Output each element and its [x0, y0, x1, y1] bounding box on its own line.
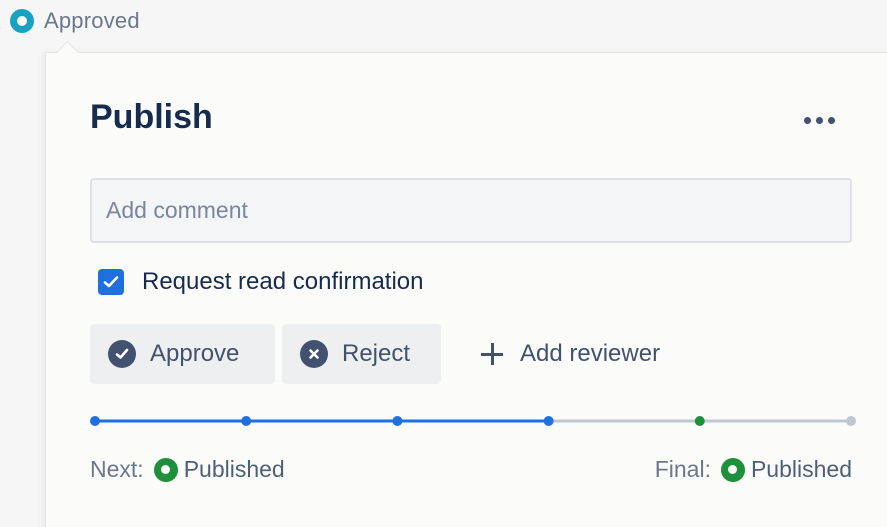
- check-icon: [103, 276, 119, 288]
- progress-step: [241, 416, 252, 426]
- plus-icon: [480, 342, 504, 366]
- published-state-icon: [153, 457, 178, 482]
- progress-step: [90, 416, 100, 426]
- read-confirmation-checkbox[interactable]: [98, 269, 124, 295]
- status-indicator[interactable]: Approved: [10, 8, 140, 34]
- final-prefix: Final:: [654, 456, 711, 482]
- comment-input[interactable]: [90, 178, 852, 243]
- published-state-icon: [720, 457, 745, 482]
- workflow-progress: [90, 412, 856, 430]
- next-prefix: Next:: [90, 456, 144, 482]
- reject-label: Reject: [342, 340, 411, 367]
- read-confirmation-option[interactable]: Request read confirmation: [98, 268, 423, 296]
- final-state: Final: Published: [655, 456, 852, 483]
- read-confirmation-label: Request read confirmation: [142, 268, 424, 295]
- approved-status-icon: [10, 9, 34, 33]
- progress-step: [846, 416, 856, 426]
- status-label: Approved: [44, 8, 140, 33]
- add-reviewer-button[interactable]: Add reviewer: [470, 324, 670, 384]
- check-circle-icon: [108, 340, 136, 368]
- cross-circle-icon: [300, 340, 328, 368]
- progress-step: [694, 416, 705, 426]
- panel-title: Publish: [90, 98, 213, 136]
- approve-label: Approve: [150, 340, 240, 367]
- progress-step: [543, 416, 554, 426]
- progress-step: [392, 416, 403, 426]
- workflow-progress-track: [90, 416, 856, 426]
- next-state-name: Published: [183, 456, 285, 482]
- more-options-button[interactable]: [796, 108, 842, 132]
- add-reviewer-label: Add reviewer: [520, 340, 661, 367]
- approve-button[interactable]: Approve: [90, 324, 275, 384]
- workflow-popup-screen: Approved Publish Request read confirmati…: [0, 0, 887, 527]
- reject-button[interactable]: Reject: [282, 324, 441, 384]
- more-horizontal-icon: [803, 116, 811, 124]
- next-state: Next: Published: [90, 456, 285, 483]
- final-state-name: Published: [750, 456, 852, 482]
